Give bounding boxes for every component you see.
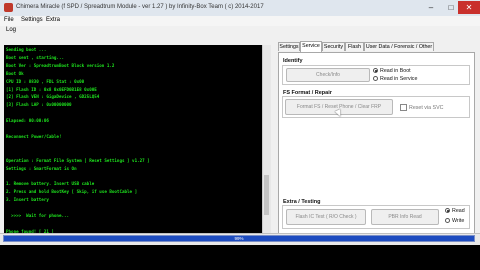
- log-line: [3] Flash LAP : 0x00000000: [6, 102, 72, 108]
- fs-format-group: Format FS / Reset Phone / Clear FRP Rese…: [282, 96, 470, 118]
- log-line: >>>> Wait for phone...: [6, 213, 70, 219]
- app-icon: [4, 3, 13, 12]
- radio-read-in-boot[interactable]: Read in Boot: [373, 68, 411, 74]
- reset-via-svc-checkbox[interactable]: Reset via SVC: [400, 104, 443, 111]
- radio-dot: [445, 218, 450, 224]
- identify-group: Check/Info Read in Boot Read in Service: [282, 65, 470, 85]
- tab-flash[interactable]: Flash: [345, 42, 364, 51]
- log-line: [2] Flash VEN : GigaDevice , GD25LQ54: [6, 94, 100, 100]
- flash-ic-test-button[interactable]: Flash IC Test ( R/O Check ): [286, 209, 366, 225]
- log-line: CPU ID : 8830 , FDL Stat : 0x00: [6, 78, 85, 84]
- radio-label: Write: [452, 218, 465, 224]
- log-line: 3. Insert battery: [6, 197, 49, 203]
- log-console: Sending boot ... Boot sent , starting... B…: [4, 45, 262, 233]
- log-line: Reconnect Power/Cable!: [6, 133, 62, 139]
- log-line: Settings : SmartFormat is On: [6, 165, 77, 171]
- log-label: Log: [6, 27, 17, 33]
- radio-read[interactable]: Read: [445, 208, 465, 214]
- tab-user-data[interactable]: User Data / Forensic / Other: [364, 42, 434, 51]
- log-line: Sending boot ...: [6, 47, 47, 52]
- radio-label: Read in Boot: [380, 68, 411, 74]
- identify-label: Identify: [283, 58, 303, 64]
- log-line: Boot Ok: [6, 70, 24, 76]
- tab-settings[interactable]: Settings: [278, 42, 300, 51]
- log-line: [1] Flash ID : 0x8 0x0EFD0B1E8 0x00E: [6, 86, 97, 92]
- menu-extra[interactable]: Extra: [46, 17, 60, 23]
- radio-write[interactable]: Write: [445, 218, 464, 224]
- minimize-icon[interactable]: –: [420, 1, 442, 14]
- radio-label: Read: [452, 208, 465, 214]
- menu-bar: File Settings Extra: [0, 16, 480, 26]
- radio-dot: [373, 68, 378, 74]
- menu-settings[interactable]: Settings: [21, 17, 43, 23]
- title-bar: Chimera Miracle (f SPD / Spreadtrum Modu…: [0, 0, 480, 17]
- log-scrollbar[interactable]: [262, 45, 271, 233]
- radio-label: Read in Service: [380, 76, 418, 82]
- checkbox-box: [400, 104, 407, 111]
- service-panel: Identify Check/Info Read in Boot Read in…: [278, 52, 475, 236]
- window-title: Chimera Miracle (f SPD / Spreadtrum Modu…: [16, 4, 264, 10]
- radio-dot: [373, 76, 378, 82]
- log-line: 2. Press and hold BootKey [ Skip, if use…: [6, 189, 138, 195]
- close-icon[interactable]: ✕: [458, 1, 480, 14]
- log-line: Boot sent , starting...: [6, 54, 64, 60]
- pbr-info-read-button[interactable]: PBR Info Read: [371, 209, 439, 225]
- log-line: Elapsed: 00:00:06: [6, 118, 49, 124]
- extra-testing-group: Flash IC Test ( R/O Check ) PBR Info Rea…: [282, 205, 470, 229]
- log-line: Operation : Format File System [ Reset S…: [6, 157, 150, 163]
- tab-service[interactable]: Service: [300, 41, 322, 52]
- progress-bar: 99%: [3, 235, 475, 242]
- app-window: Chimera Miracle (f SPD / Spreadtrum Modu…: [0, 0, 480, 245]
- checkbox-label: Reset via SVC: [409, 104, 444, 111]
- log-header: Log: [0, 26, 275, 36]
- scrollbar-thumb[interactable]: [264, 175, 269, 215]
- radio-read-in-service[interactable]: Read in Service: [373, 76, 417, 82]
- check-info-button[interactable]: Check/Info: [286, 68, 370, 82]
- log-line: Boot Ver : SpreadtrumBoot Block version …: [6, 62, 115, 68]
- log-line: 1. Remove battery. Insert USB cable: [6, 181, 95, 187]
- radio-dot: [445, 208, 450, 214]
- tab-security[interactable]: Security: [322, 42, 345, 51]
- menu-file[interactable]: File: [4, 17, 14, 23]
- progress-label: 99%: [234, 236, 244, 241]
